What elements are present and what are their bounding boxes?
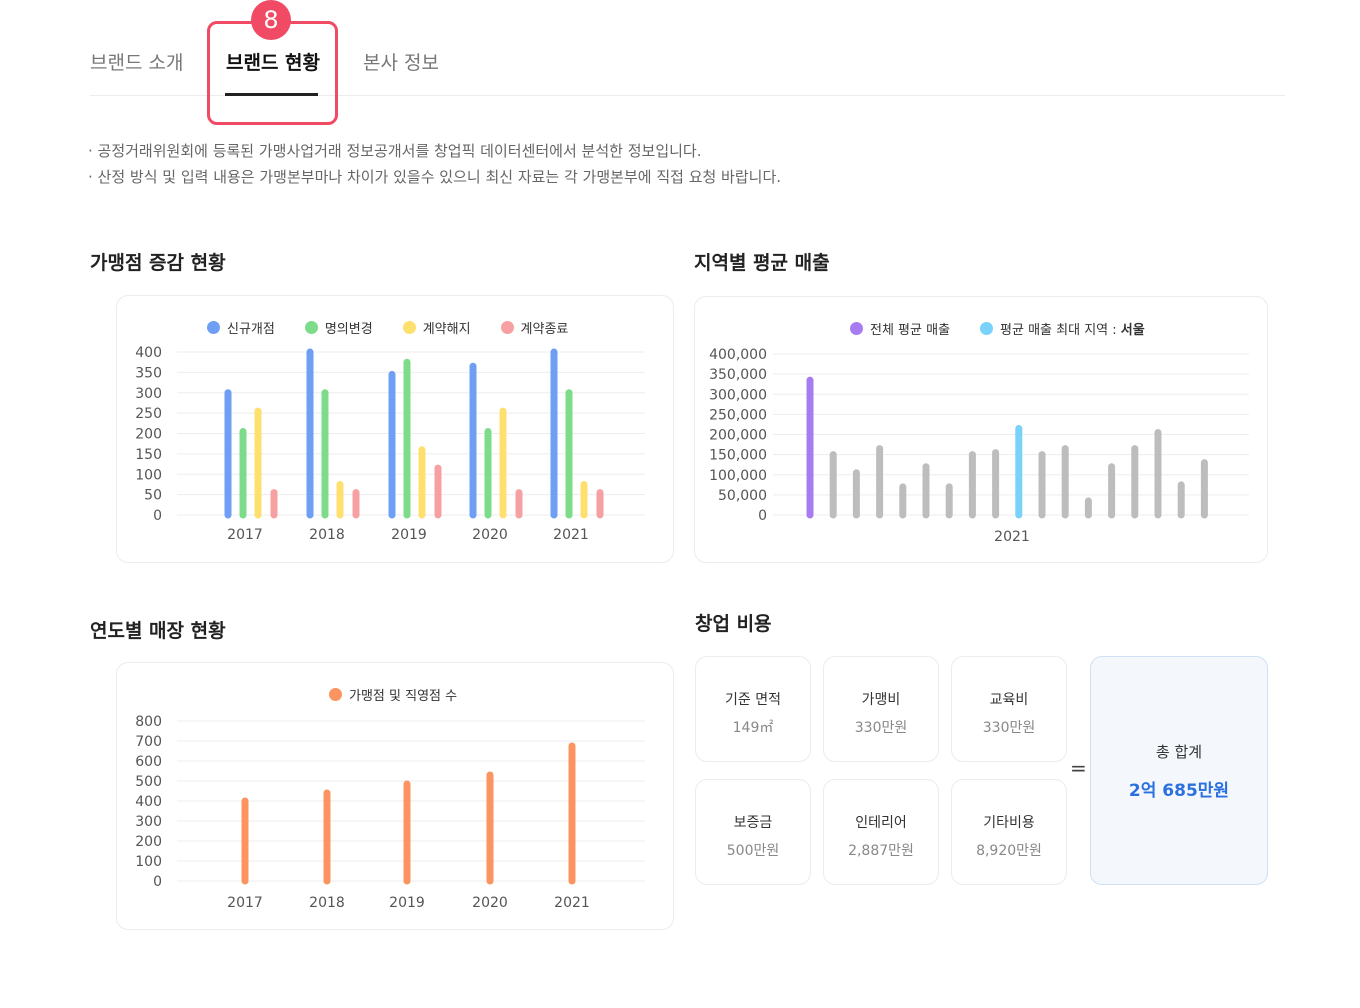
regional-chart-card: 전체 평균 매출 평균 매출 최대 지역 : 서울 0 50,000 100,000… [694, 296, 1268, 563]
cost-label: 기타비용 [983, 815, 1035, 831]
y-tick-label: 400 [135, 794, 162, 810]
x-tick-label: 2017 [227, 895, 263, 911]
cost-value: 330만원 [854, 720, 908, 736]
growth-chart: 0 50 100 150 200 250 300 350 400 2017 2018 2019 2020… [135, 345, 645, 543]
y-tick-label: 200 [135, 427, 162, 443]
total-cost-card: 총 합계 2억 685만원 [1090, 656, 1268, 885]
y-tick-label: 0 [153, 874, 162, 890]
y-tick-label: 500 [135, 774, 162, 790]
cost-card-deposit: 보증금 500만원 [695, 779, 811, 885]
cost-label: 인테리어 [855, 815, 907, 831]
total-label: 총 합계 [1155, 743, 1203, 761]
cost-label: 교육비 [989, 692, 1029, 708]
stores-chart-card: 가맹점 및 직영점 수 0 100 200 300 400 500 600 700 800 201… [116, 662, 674, 930]
notice-line-1: · 공정거래위원회에 등록된 가맹사업거래 정보공개서를 창업픽 데이터센터에서… [88, 142, 702, 160]
x-tick-label: 2020 [472, 527, 508, 543]
cost-card-franchise-fee: 가맹비 330만원 [823, 656, 939, 762]
x-tick-label: 2019 [389, 895, 425, 911]
regional-chart: 0 50,000 100,000 150,000 200,000 250,000 300,0… [709, 347, 1249, 545]
cost-label: 보증금 [733, 815, 773, 831]
cost-label: 기준 면적 [725, 692, 781, 708]
section-title-regional: 지역별 평균 매출 [694, 252, 830, 274]
y-tick-label: 600 [135, 754, 162, 770]
step-badge: 8 [251, 0, 291, 40]
tab-brand-intro[interactable]: 브랜드 소개 [90, 48, 183, 75]
section-title-stores: 연도별 매장 현황 [90, 620, 226, 642]
x-tick-label: 2018 [309, 895, 345, 911]
y-tick-label: 800 [135, 714, 162, 730]
y-tick-label: 150 [135, 447, 162, 463]
x-tick-label: 2021 [554, 895, 590, 911]
y-tick-label: 700 [135, 734, 162, 750]
y-tick-label: 300 [135, 386, 162, 402]
section-title-growth: 가맹점 증감 현황 [90, 252, 226, 274]
stores-chart: 0 100 200 300 400 500 600 700 800 2017 2018 2019 202… [135, 714, 645, 911]
cost-card-area: 기준 면적 149㎡ [695, 656, 811, 762]
tab-hq-info[interactable]: 본사 정보 [363, 48, 439, 75]
x-tick-label: 2021 [553, 527, 589, 543]
cost-value: 8,920만원 [976, 843, 1042, 859]
x-tick-label: 2021 [994, 529, 1030, 545]
growth-chart-card: 신규개점 명의변경 계약해지 계약종료 0 50 100 150 200 250 300 35… [116, 295, 674, 563]
cost-value: 149㎡ [732, 720, 774, 736]
notice-line-2: · 산정 방식 및 입력 내용은 가맹본부마나 차이가 있을수 있으니 최신 자… [88, 168, 782, 186]
y-tick-label: 50 [144, 488, 162, 504]
cost-value: 330만원 [982, 720, 1036, 736]
x-tick-label: 2019 [391, 527, 427, 543]
y-tick-label: 100,000 [709, 468, 767, 484]
cost-label: 가맹비 [861, 692, 901, 708]
y-tick-label: 100 [135, 854, 162, 870]
y-tick-label: 200 [135, 834, 162, 850]
x-tick-label: 2020 [472, 895, 508, 911]
y-tick-label: 250 [135, 406, 162, 422]
cost-card-interior: 인테리어 2,887만원 [823, 779, 939, 885]
y-tick-label: 300,000 [709, 387, 767, 403]
y-tick-label: 0 [153, 508, 162, 524]
y-tick-label: 400,000 [709, 347, 767, 363]
y-tick-label: 150,000 [709, 448, 767, 464]
y-tick-label: 300 [135, 814, 162, 830]
y-tick-label: 200,000 [709, 428, 767, 444]
y-tick-label: 50,000 [718, 488, 767, 504]
x-tick-label: 2017 [227, 527, 263, 543]
y-tick-label: 350,000 [709, 367, 767, 383]
cost-value: 500만원 [726, 843, 780, 859]
y-tick-label: 0 [758, 508, 767, 524]
y-tick-label: 400 [135, 345, 162, 361]
cost-value: 2,887만원 [848, 843, 914, 859]
x-tick-label: 2018 [309, 527, 345, 543]
total-value: 2억 685만원 [1128, 781, 1230, 801]
cost-card-education: 교육비 330만원 [951, 656, 1067, 762]
y-tick-label: 100 [135, 467, 162, 483]
equals-sign: = [1070, 756, 1087, 780]
y-tick-label: 250,000 [709, 407, 767, 423]
y-tick-label: 350 [135, 365, 162, 381]
cost-card-other: 기타비용 8,920만원 [951, 779, 1067, 885]
section-title-costs: 창업 비용 [695, 613, 772, 635]
